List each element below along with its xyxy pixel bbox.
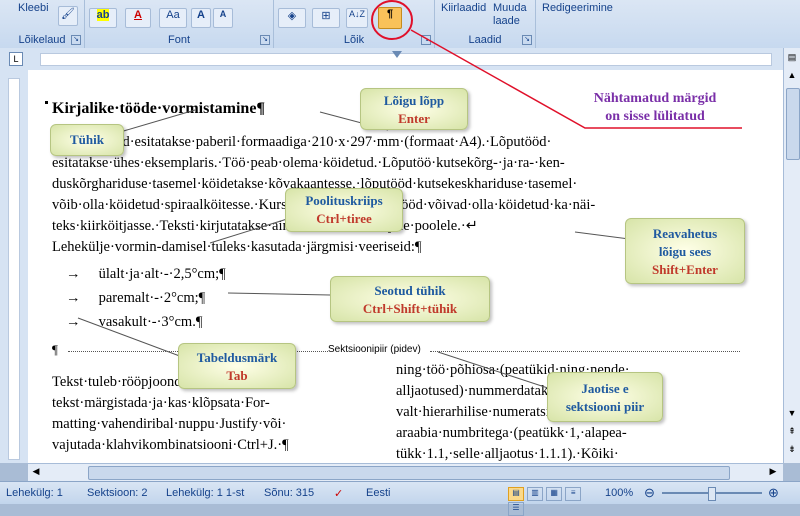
scroll-right-icon[interactable]: ▶ — [767, 466, 779, 478]
callout-tab: Tabeldusmärk Tab — [178, 343, 296, 389]
hidden-marks-annotation: Nähtamatud märgid on sisse lülitatud — [593, 91, 717, 124]
proofing-icon[interactable]: ✓ — [334, 487, 343, 500]
status-language[interactable]: Eesti — [366, 487, 390, 499]
callout-space: Tühik — [50, 124, 124, 156]
status-page[interactable]: Lehekülg: 1 — [6, 487, 63, 499]
scroll-up-icon[interactable]: ▲ — [786, 70, 798, 82]
view-buttons: ▤ ▥ ▦ ≡ ☰ — [508, 486, 598, 516]
status-section[interactable]: Sektsioon: 2 — [87, 487, 148, 499]
zoom-out-icon[interactable]: ⊖ — [644, 485, 655, 501]
scroll-left-icon[interactable]: ◀ — [30, 466, 42, 478]
zoom-in-icon[interactable]: ⊕ — [768, 485, 779, 501]
zoom-slider-thumb[interactable] — [708, 487, 716, 501]
callout-nbsp: Seotud tühik Ctrl+Shift+tühik — [330, 276, 490, 322]
vertical-scroll-thumb[interactable] — [786, 88, 800, 160]
status-word-count[interactable]: Sõnu: 315 — [264, 487, 314, 499]
previous-page-icon[interactable]: ⇞ — [786, 426, 798, 438]
scroll-down-icon[interactable]: ▼ — [786, 408, 798, 420]
status-bar: Lehekülg: 1 Sektsioon: 2 Lehekülg: 1 1-s… — [0, 481, 800, 516]
view-ruler-icon[interactable]: ▤ — [786, 52, 798, 64]
horizontal-scroll-thumb[interactable] — [88, 466, 730, 480]
zoom-slider[interactable] — [662, 487, 762, 501]
print-layout-icon[interactable]: ▤ — [508, 487, 524, 501]
full-screen-reading-icon[interactable]: ▥ — [527, 487, 544, 501]
vertical-scrollbar[interactable]: ▤ ▲ ▼ ⇞ ⇟ — [783, 48, 800, 463]
callout-paragraph-end: Lõigu lõpp Enter — [360, 88, 468, 130]
zoom-level[interactable]: 100% — [605, 487, 633, 499]
draft-icon[interactable]: ☰ — [508, 502, 524, 516]
next-page-icon[interactable]: ⇟ — [786, 444, 798, 456]
outline-icon[interactable]: ≡ — [565, 487, 582, 501]
callout-line-break: Reavahetus lõigu sees Shift+Enter — [625, 218, 745, 284]
status-page-of[interactable]: Lehekülg: 1 1-st — [166, 487, 244, 499]
callout-section-break: Jaotise e sektsiooni piir — [547, 372, 663, 422]
web-layout-icon[interactable]: ▦ — [546, 487, 563, 501]
horizontal-scrollbar[interactable]: ◀ ▶ — [28, 463, 783, 482]
callout-soft-hyphen: Poolituskriips Ctrl+tiree — [285, 188, 403, 232]
